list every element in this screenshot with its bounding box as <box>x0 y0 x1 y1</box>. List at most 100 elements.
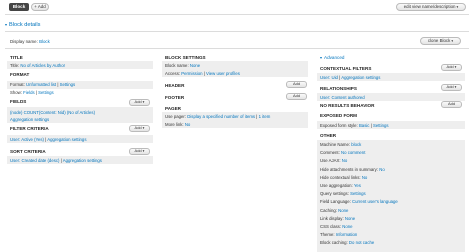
block-name-label: Block name: <box>165 63 189 68</box>
more-link-link[interactable]: No <box>185 122 191 127</box>
other-setting-value-link[interactable]: No <box>379 167 385 172</box>
other-setting-value-link[interactable]: Yes <box>354 183 361 188</box>
other-setting-row: Use AJAX: No <box>320 158 347 163</box>
field-aggr-row: Aggregation settings <box>10 117 49 122</box>
filter-aggregation-link[interactable]: Aggregation settings <box>47 137 86 142</box>
other-setting-row: Hide contextual links: No <box>320 175 367 180</box>
plus-icon: + <box>34 4 37 10</box>
add-footer-label: Add <box>292 93 301 99</box>
other-setting-value-link[interactable]: None <box>338 208 348 213</box>
other-setting-row: Block caching: Do not cache <box>320 240 374 245</box>
other-setting-value-link[interactable]: No comment <box>341 150 365 155</box>
separator: | <box>370 123 372 128</box>
block-name-link[interactable]: None <box>190 63 200 68</box>
other-setting-value-link[interactable]: Current user's language <box>352 199 398 204</box>
other-setting-label: Field Language: <box>320 199 351 205</box>
format-label: Format: <box>10 82 25 87</box>
other-setting-value-link[interactable]: None <box>342 224 352 229</box>
other-setting-label: Link display: <box>320 215 344 221</box>
chevron-down-icon: ▾ <box>454 65 457 70</box>
block-details-toggle[interactable]: Block details <box>5 22 40 29</box>
access-permission-link[interactable]: Permission <box>181 71 202 76</box>
divider <box>5 48 469 49</box>
other-setting-row: CSS class: None <box>320 224 353 229</box>
display-name-label: Display name: <box>10 39 38 44</box>
add-filter-label: Add <box>134 125 142 131</box>
add-footer-button[interactable]: Add <box>286 93 307 100</box>
chevron-down-icon: ▾ <box>456 4 459 9</box>
fields-heading: FIELDS <box>10 99 27 104</box>
clone-block-label: clone Block <box>427 38 451 44</box>
contextual-item: User: Uid | Aggregation settings <box>320 75 380 80</box>
chevron-down-icon: ▾ <box>451 38 454 43</box>
other-setting-row: Link display: None <box>320 216 355 221</box>
other-setting-value-link[interactable]: Do not cache <box>349 240 374 245</box>
title-row: Title: No of Articles by Author <box>10 63 65 68</box>
show-link[interactable]: Fields <box>23 90 34 95</box>
other-setting-value-link[interactable]: No <box>362 175 368 180</box>
filter-item: User: Active (Yes) | Aggregation setting… <box>10 137 86 142</box>
other-setting-label: CSS class: <box>320 224 342 229</box>
exposed-settings-link[interactable]: Settings <box>373 123 389 128</box>
other-setting-row: Query settings: Settings <box>320 191 366 196</box>
format-link[interactable]: Unformatted list <box>26 82 56 87</box>
relationship-content-link[interactable]: User: Content authored <box>320 95 365 100</box>
header-heading: HEADER <box>165 83 185 88</box>
advanced-toggle[interactable]: Advanced <box>320 55 344 61</box>
add-relationship-button[interactable]: Add ▾ <box>441 84 462 91</box>
add-display-button[interactable]: + Add <box>31 3 49 11</box>
other-setting-label: Caching: <box>320 207 337 213</box>
other-setting-label: Hide attachments in summary: <box>320 166 379 172</box>
exposed-style-link[interactable]: Basic <box>359 123 370 128</box>
advanced-label: Advanced <box>324 55 345 60</box>
exposed-form-heading: EXPOSED FORM <box>320 113 358 118</box>
other-setting-value-link[interactable]: Information <box>336 232 358 237</box>
clone-block-button[interactable]: clone Block ▾ <box>420 37 461 45</box>
other-setting-value-link[interactable]: No <box>342 158 348 163</box>
title-label: Title: <box>10 63 20 68</box>
field-aggregation-link[interactable]: Aggregation settings <box>10 117 49 122</box>
add-sort-button[interactable]: Add ▾ <box>129 148 150 155</box>
other-setting-value-link[interactable]: None <box>345 216 355 221</box>
show-settings-link[interactable]: Settings <box>38 90 54 95</box>
sort-aggregation-link[interactable]: Aggregation settings <box>63 158 102 163</box>
add-no-results-button[interactable]: Add <box>441 101 462 108</box>
add-filter-button[interactable]: Add ▾ <box>129 125 150 132</box>
add-field-button[interactable]: Add ▾ <box>129 99 150 106</box>
other-setting-value-link[interactable]: Settings <box>350 191 366 196</box>
contextual-filters-heading: CONTEXTUAL FILTERS <box>320 66 372 71</box>
tab-block[interactable]: Block <box>9 3 29 11</box>
format-settings-link[interactable]: Settings <box>60 82 76 87</box>
add-contextual-filter-button[interactable]: Add ▾ <box>441 64 462 71</box>
sort-created-link[interactable]: User: Created date (desc) <box>10 158 59 163</box>
pager-heading: PAGER <box>165 106 181 111</box>
contextual-aggregation-link[interactable]: Aggregation settings <box>341 75 380 80</box>
add-relationship-label: Add <box>446 84 454 90</box>
no-results-heading: NO RESULTS BEHAVIOR <box>320 103 375 108</box>
other-setting-value-link[interactable]: block <box>351 142 361 147</box>
sort-criteria-heading: SORT CRITERIA <box>10 149 46 154</box>
add-header-button[interactable]: Add <box>286 81 307 88</box>
show-label: Show: <box>10 90 22 95</box>
other-setting-label: Query settings: <box>320 191 349 197</box>
use-pager-label: Use pager: <box>165 114 187 119</box>
title-link[interactable]: No of Articles by Author <box>20 63 65 68</box>
separator: | <box>203 71 205 76</box>
display-tabs-bar: Block + Add edit view name/description ▾ <box>0 0 474 15</box>
filter-active-link[interactable]: User: Active (Yes) <box>10 137 44 142</box>
other-setting-row: Hide attachments in summary: No <box>320 167 385 172</box>
divider <box>5 31 469 32</box>
relationship-item: User: Content authored <box>320 95 365 100</box>
display-name-link[interactable]: Block <box>39 39 50 44</box>
contextual-uid-link[interactable]: User: Uid <box>320 75 338 80</box>
sort-item: User: Created date (desc) | Aggregation … <box>10 158 102 163</box>
field-count-link[interactable]: (node) COUNT(Content: Nid) (No of Articl… <box>10 110 95 115</box>
pager-items-link[interactable]: 1 item <box>259 114 271 119</box>
chevron-down-icon: ▾ <box>454 85 457 90</box>
edit-view-name-button[interactable]: edit view name/description ▾ <box>396 3 466 11</box>
use-pager-link[interactable]: Display a specified number of items <box>187 114 255 119</box>
show-row: Show: Fields | Settings <box>10 90 54 95</box>
other-setting-label: Theme: <box>320 232 335 238</box>
access-profiles-link[interactable]: View user profiles <box>206 71 240 76</box>
chevron-down-icon: ▾ <box>142 126 145 131</box>
